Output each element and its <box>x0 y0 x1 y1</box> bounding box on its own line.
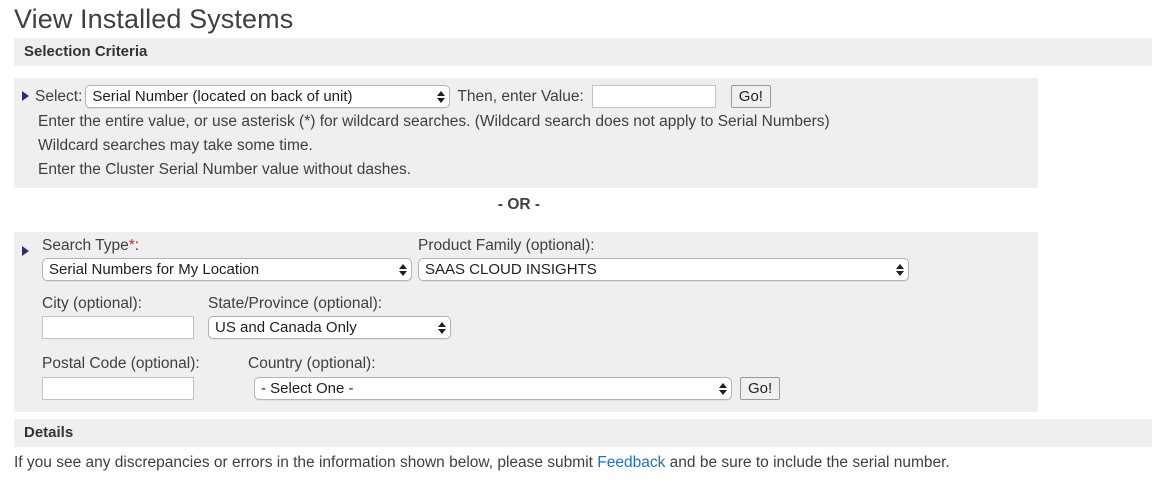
serial-value-input[interactable] <box>592 85 716 108</box>
help-line-2: Wildcard searches may take some time. <box>38 134 830 158</box>
search-type-label: Search Type*: <box>42 236 139 256</box>
select-label: Select: <box>35 85 82 108</box>
product-family-select[interactable]: SAAS CLOUD INSIGHTS <box>418 258 909 281</box>
state-province-select[interactable]: US and Canada Only <box>208 316 451 339</box>
search-type-select-value: Serial Numbers for My Location <box>49 261 259 278</box>
product-family-label: Product Family (optional): <box>418 236 595 256</box>
select-arrows-icon <box>399 264 407 276</box>
selection-criteria-section-header: Selection Criteria <box>14 38 1152 66</box>
search-criteria-select-value: Serial Number (located on back of unit) <box>92 88 352 105</box>
triangle-bullet-icon <box>22 91 29 101</box>
state-province-label: State/Province (optional): <box>208 294 382 314</box>
search-criteria-select[interactable]: Serial Number (located on back of unit) <box>85 85 450 108</box>
select-arrows-icon <box>437 91 445 103</box>
search-type-select[interactable]: Serial Numbers for My Location <box>42 258 412 281</box>
feedback-link[interactable]: Feedback <box>597 454 665 471</box>
state-province-select-value: US and Canada Only <box>215 319 357 336</box>
country-select-value: - Select One - <box>261 380 354 397</box>
details-paragraph: If you see any discrepancies or errors i… <box>14 452 1152 474</box>
country-select[interactable]: - Select One - <box>254 377 732 400</box>
location-search-go-button[interactable]: Go! <box>740 377 780 400</box>
or-divider: - OR - <box>0 196 1038 214</box>
serial-search-help-text: Enter the entire value, or use asterisk … <box>38 110 830 182</box>
location-search-panel: Search Type*: Serial Numbers for My Loca… <box>14 232 1038 412</box>
select-arrows-icon <box>438 322 446 334</box>
details-section-header: Details <box>14 419 1152 447</box>
serial-search-row: Select: Serial Number (located on back o… <box>22 85 771 108</box>
postal-code-label: Postal Code (optional): <box>42 354 200 374</box>
select-arrows-icon <box>896 264 904 276</box>
enter-value-label: Then, enter Value: <box>457 85 583 108</box>
city-input[interactable] <box>42 316 194 339</box>
search-type-label-text: Search Type <box>42 237 129 254</box>
page-title: View Installed Systems <box>14 2 293 36</box>
help-line-3: Enter the Cluster Serial Number value wi… <box>38 158 830 182</box>
postal-code-input[interactable] <box>42 377 194 400</box>
details-text-before-link: If you see any discrepancies or errors i… <box>14 454 597 471</box>
country-label: Country (optional): <box>248 354 376 374</box>
details-text-after-link: and be sure to include the serial number… <box>665 454 949 471</box>
triangle-bullet-icon-2 <box>22 243 35 261</box>
serial-search-panel: Select: Serial Number (located on back o… <box>14 78 1038 188</box>
city-label: City (optional): <box>42 294 142 314</box>
view-installed-systems-page: View Installed Systems Selection Criteri… <box>0 0 1152 502</box>
product-family-select-value: SAAS CLOUD INSIGHTS <box>425 261 597 278</box>
search-type-label-colon: : <box>135 237 139 254</box>
select-arrows-icon <box>719 383 727 395</box>
serial-search-go-button[interactable]: Go! <box>731 85 771 108</box>
help-line-1: Enter the entire value, or use asterisk … <box>38 110 830 134</box>
